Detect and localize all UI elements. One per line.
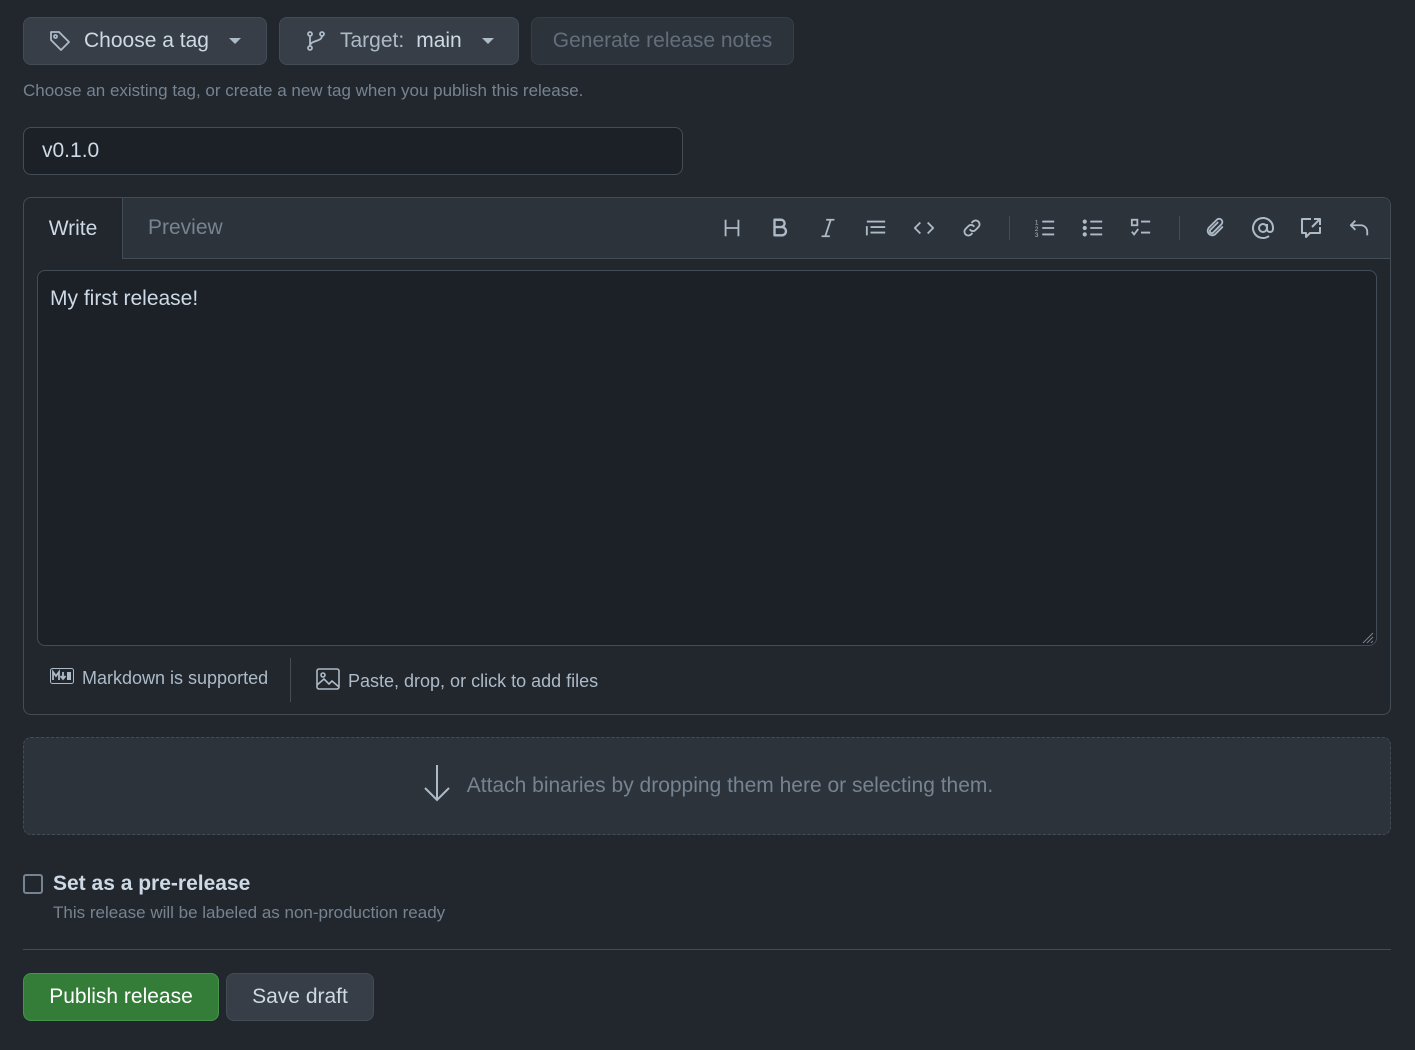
heading-icon[interactable] [718,214,746,242]
release-notes-textarea[interactable]: My first release! [37,270,1377,646]
prerelease-label[interactable]: Set as a pre-release [53,872,250,896]
files-note: Paste, drop, or click to add files [348,671,599,691]
editor-header: Write Preview 123 [24,198,1390,259]
target-branch-button[interactable]: Target: main [279,17,519,65]
add-files-button[interactable]: Paste, drop, or click to add files [316,668,598,695]
toolbar-divider [1179,216,1180,240]
dropzone-text: Attach binaries by dropping them here or… [466,774,994,797]
release-title-input[interactable] [23,127,683,175]
quote-icon[interactable] [862,214,890,242]
prerelease-checkbox[interactable] [23,874,43,894]
image-icon [316,668,340,695]
generate-release-notes-button[interactable]: Generate release notes [531,17,794,65]
release-notes-editor: Write Preview 123 My first release! Mark… [23,197,1391,715]
reference-icon[interactable] [1297,214,1325,242]
markdown-note: Markdown is supported [82,668,269,688]
bold-icon[interactable] [766,214,794,242]
branch-icon [304,29,328,53]
chevron-down-icon [228,38,241,44]
svg-text:3: 3 [1035,232,1039,239]
link-icon[interactable] [958,214,986,242]
prerelease-description: This release will be labeled as non-prod… [53,903,446,922]
mention-icon[interactable] [1249,214,1277,242]
target-value: main [416,29,462,52]
arrow-down-icon [421,763,453,809]
tag-icon [48,29,72,53]
unordered-list-icon[interactable] [1079,214,1107,242]
chevron-down-icon [481,38,494,44]
attach-binaries-dropzone[interactable]: Attach binaries by dropping them here or… [23,737,1391,835]
save-draft-button[interactable]: Save draft [226,973,374,1021]
attach-icon[interactable] [1201,214,1229,242]
target-label: Target: [340,29,405,52]
markdown-supported-link[interactable]: Markdown is supported [50,668,268,689]
divider [23,949,1391,950]
tab-preview[interactable]: Preview [148,198,223,258]
tag-hint: Choose an existing tag, or create a new … [23,81,584,100]
task-list-icon[interactable] [1127,214,1155,242]
resize-handle-icon[interactable] [1362,631,1386,710]
ordered-list-icon[interactable]: 123 [1031,214,1059,242]
code-icon[interactable] [910,214,938,242]
footer-divider [290,658,291,702]
choose-tag-label: Choose a tag [84,29,209,52]
markdown-icon [50,668,74,689]
publish-release-button[interactable]: Publish release [23,973,219,1021]
choose-tag-button[interactable]: Choose a tag [23,17,267,65]
tab-write[interactable]: Write [24,198,123,259]
toolbar-divider [1009,216,1010,240]
undo-icon[interactable] [1345,214,1373,242]
italic-icon[interactable] [814,214,842,242]
